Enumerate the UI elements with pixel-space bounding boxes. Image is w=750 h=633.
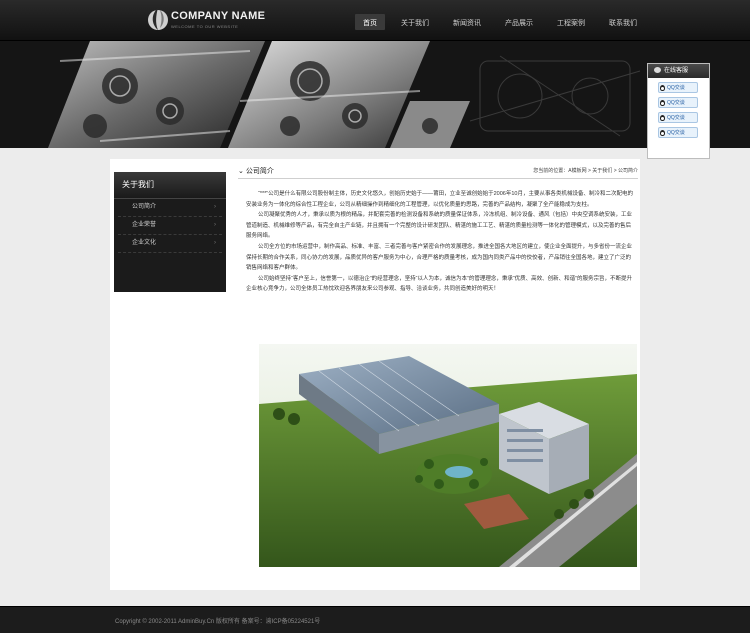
article-paragraph: 公司全方位的市场运营中，制作高品、标准、丰富、三者完善与客户紧密合作的发展理念，… bbox=[246, 243, 633, 272]
nav-news[interactable]: 新闻资讯 bbox=[445, 14, 489, 30]
engine-banner-image bbox=[0, 41, 750, 148]
company-logo[interactable]: COMPANY NAME WELCOME TO OUR WEBSITE bbox=[147, 6, 277, 34]
sidebar-item-culture[interactable]: 企业文化 › bbox=[118, 235, 222, 253]
qq-penguin-icon bbox=[660, 115, 665, 121]
online-service-panel: 在线客服 QQ交谈 QQ交谈 QQ交谈 QQ交谈 bbox=[647, 63, 710, 159]
page-footer: Copyright © 2002-2011 AdminBuy.Cn 版权所有 备… bbox=[0, 606, 750, 633]
main-nav: 首页 关于我们 新闻资讯 产品展示 工程案例 联系我们 bbox=[355, 14, 653, 30]
article-paragraph: 公司始终坚持“客户至上，信誉第一，以德治企”的经营理念，坚持“以人为本，诚信为本… bbox=[246, 275, 632, 293]
nav-about[interactable]: 关于我们 bbox=[393, 14, 437, 30]
qq-penguin-icon bbox=[660, 100, 665, 106]
qq-chat-button[interactable]: QQ交谈 bbox=[658, 97, 698, 108]
article-body: “***”公司是什么有限公司股份制主体，历史文化悠久，创始历史始于——莆田，立业… bbox=[238, 179, 638, 295]
sidebar-item-profile[interactable]: 公司简介 › bbox=[118, 199, 222, 217]
company-tagline: WELCOME TO OUR WEBSITE bbox=[171, 24, 239, 29]
chevron-right-icon: › bbox=[214, 240, 216, 246]
sidebar-title: 关于我们 bbox=[114, 172, 226, 199]
leaf-logo-icon bbox=[148, 8, 168, 30]
chevron-right-icon: › bbox=[214, 222, 216, 228]
service-header: 在线客服 bbox=[648, 64, 709, 78]
nav-contact[interactable]: 联系我们 bbox=[601, 14, 645, 30]
company-name: COMPANY NAME bbox=[171, 10, 266, 22]
qq-chat-button[interactable]: QQ交谈 bbox=[658, 82, 698, 93]
factory-aerial-photo bbox=[259, 344, 637, 567]
sidebar: 关于我们 公司简介 › 企业荣誉 › 企业文化 › bbox=[114, 172, 226, 292]
hero-banner bbox=[0, 41, 750, 148]
service-title: 在线客服 bbox=[664, 68, 689, 74]
footer-copyright: Copyright © 2002-2011 AdminBuy.Cn 版权所有 备… bbox=[115, 619, 321, 625]
content-area: 关于我们 公司简介 › 企业荣誉 › 企业文化 › ⌄ 公司简介 您当前的位置：A模板网… bbox=[110, 159, 640, 590]
qq-chat-button[interactable]: QQ交谈 bbox=[658, 127, 698, 138]
nav-products[interactable]: 产品展示 bbox=[497, 14, 541, 30]
article-paragraph: 公司凝聚优秀的人才，秉承以质为根的精品，并配套完善的检测设备和系统的质量保证体系… bbox=[246, 212, 633, 240]
chat-icon bbox=[654, 67, 661, 73]
top-header: COMPANY NAME WELCOME TO OUR WEBSITE 首页 关… bbox=[0, 0, 750, 41]
nav-cases[interactable]: 工程案例 bbox=[549, 14, 593, 30]
section-header: ⌄ 公司简介 您当前的位置：A模板网 > 关于我们 > 公司简介 bbox=[238, 163, 638, 179]
chevron-right-icon: › bbox=[214, 204, 216, 210]
qq-penguin-icon bbox=[660, 130, 665, 136]
sidebar-item-honors[interactable]: 企业荣誉 › bbox=[118, 217, 222, 235]
nav-home[interactable]: 首页 bbox=[355, 14, 385, 30]
chevron-down-icon: ⌄ bbox=[238, 168, 244, 175]
qq-chat-button[interactable]: QQ交谈 bbox=[658, 112, 698, 123]
breadcrumb[interactable]: 您当前的位置：A模板网 > 关于我们 > 公司简介 bbox=[533, 167, 638, 174]
qq-penguin-icon bbox=[660, 85, 665, 91]
main-content: ⌄ 公司简介 您当前的位置：A模板网 > 关于我们 > 公司简介 “***”公司是… bbox=[238, 163, 638, 583]
section-title: ⌄ 公司简介 bbox=[238, 168, 274, 175]
article-paragraph: “***”公司是什么有限公司股份制主体，历史文化悠久，创始历史始于——莆田，立业… bbox=[246, 191, 633, 208]
